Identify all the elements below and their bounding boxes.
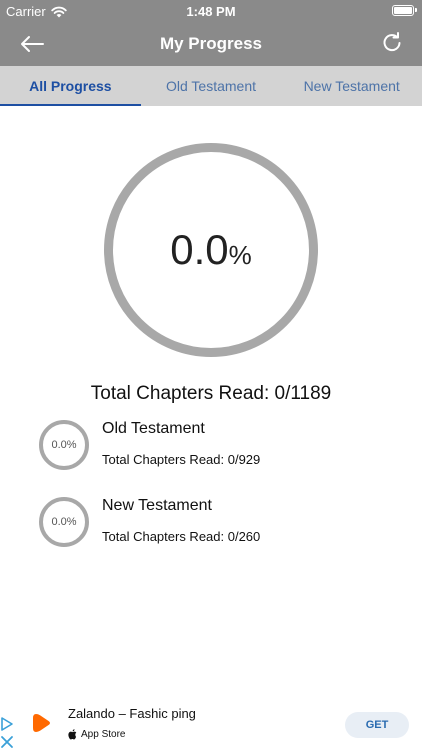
status-time: 1:48 PM — [186, 4, 236, 19]
refresh-button[interactable] — [380, 31, 404, 55]
refresh-icon — [383, 32, 401, 52]
old-testament-ring: 0.0% — [39, 420, 89, 470]
ad-banner[interactable]: Zalando – Fashic ping App Store GET — [0, 700, 422, 750]
nav-bar: My Progress — [0, 22, 422, 66]
testament-tabs: All Progress Old Testament New Testament — [0, 66, 422, 106]
ad-title: Zalando – Fashic ping — [68, 706, 196, 721]
status-bar: Carrier 1:48 PM — [0, 0, 422, 22]
zalando-logo-icon — [33, 714, 50, 732]
overall-percent-unit: % — [228, 240, 252, 270]
adchoices-icon[interactable] — [0, 716, 14, 750]
ad-store-label: App Store — [81, 728, 126, 740]
old-testament-chapters-read: Total Chapters Read: 0/929 — [102, 452, 261, 467]
new-testament-ring: 0.0% — [39, 497, 89, 547]
get-button[interactable]: GET — [345, 712, 409, 738]
page-title: My Progress — [159, 34, 263, 53]
apple-icon — [68, 729, 77, 740]
old-testament-title: Old Testament — [102, 420, 205, 437]
overall-progress-ring: 0.0% — [104, 143, 318, 357]
new-testament-chapters-read: Total Chapters Read: 0/260 — [102, 529, 261, 544]
total-chapters-read: Total Chapters Read: 0/1189 — [90, 383, 332, 404]
overall-percent: 0.0% — [170, 226, 252, 274]
new-testament-title: New Testament — [102, 497, 212, 514]
battery-icon — [392, 5, 417, 16]
tab-new-testament[interactable]: New Testament — [281, 66, 422, 106]
header: Carrier 1:48 PM My Progress — [0, 0, 422, 66]
ad-store-badge: App Store — [68, 728, 125, 740]
old-testament-progress: 0.0% Old Testament Total Chapters Read: … — [39, 420, 389, 472]
overall-percent-value: 0.0 — [170, 226, 229, 273]
new-testament-progress: 0.0% New Testament Total Chapters Read: … — [39, 497, 389, 549]
tab-old-testament[interactable]: Old Testament — [141, 66, 282, 106]
tab-all-progress[interactable]: All Progress — [0, 66, 141, 106]
